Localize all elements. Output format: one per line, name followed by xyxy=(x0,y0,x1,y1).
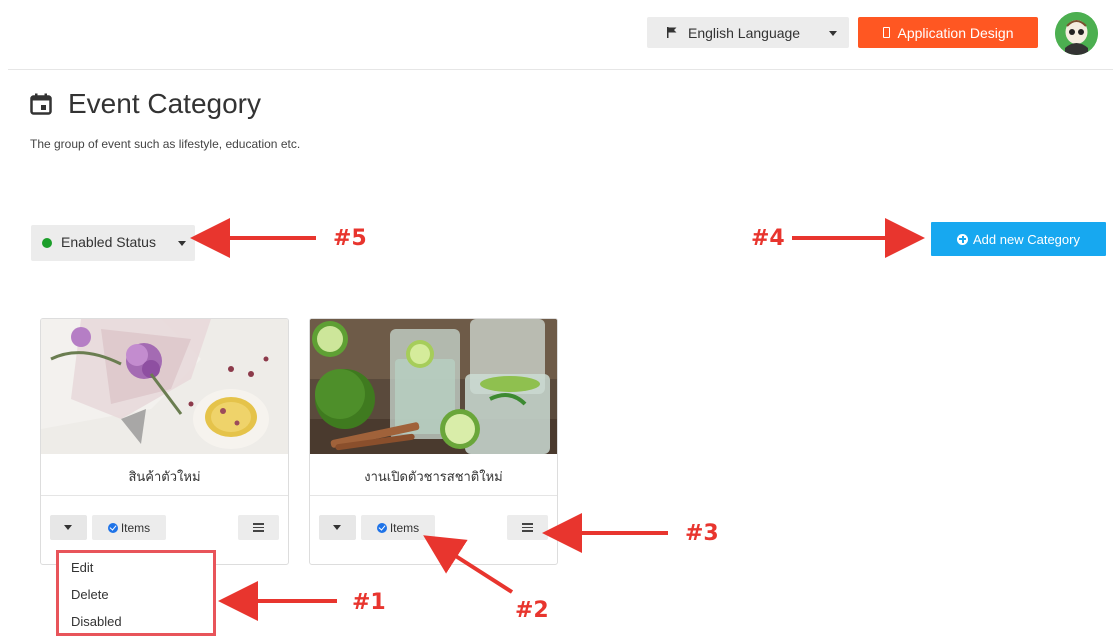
language-label: English Language xyxy=(688,25,801,41)
card-menu-button[interactable] xyxy=(238,515,279,540)
add-category-button[interactable]: Add new Category xyxy=(931,222,1106,256)
card-title: สินค้าตัวใหม่ xyxy=(128,469,201,484)
mobile-icon xyxy=(882,27,890,38)
check-circle-icon xyxy=(376,522,387,533)
menu-item-disabled[interactable]: Disabled xyxy=(71,614,122,629)
calendar-icon xyxy=(30,93,52,115)
category-image xyxy=(41,319,288,454)
application-design-label: Application Design xyxy=(897,24,1014,41)
card-title: งานเปิดตัวชารสชาติใหม่ xyxy=(364,469,503,484)
annotation-label: #3 xyxy=(685,521,719,546)
title-row: Event Category xyxy=(30,88,261,120)
header-divider xyxy=(8,69,1113,70)
hamburger-icon xyxy=(253,523,264,532)
items-label: Items xyxy=(120,520,151,535)
card-divider xyxy=(310,495,557,496)
chevron-down-icon xyxy=(178,241,186,246)
chevron-down-icon xyxy=(64,525,72,530)
top-bar: English Language Application Design xyxy=(0,0,1113,70)
annotation-label: #2 xyxy=(515,598,549,623)
page-title: Event Category xyxy=(68,88,261,119)
status-label: Enabled Status xyxy=(61,234,156,250)
language-dropdown[interactable]: English Language xyxy=(647,17,849,48)
chevron-down-icon xyxy=(829,31,837,36)
card-actions-menu: Edit Delete Disabled xyxy=(56,550,216,636)
plus-circle-icon xyxy=(957,233,969,245)
card-actions-dropdown-button[interactable] xyxy=(50,515,87,540)
application-design-button[interactable]: Application Design xyxy=(858,17,1038,48)
items-label: Items xyxy=(389,520,420,535)
hamburger-icon xyxy=(522,523,533,532)
chevron-down-icon xyxy=(333,525,341,530)
menu-item-edit[interactable]: Edit xyxy=(71,560,93,575)
add-category-label: Add new Category xyxy=(973,231,1080,247)
items-button[interactable]: Items xyxy=(361,515,435,540)
page-subtitle: The group of event such as lifestyle, ed… xyxy=(30,137,301,151)
status-dot-icon xyxy=(42,238,52,248)
card-menu-button[interactable] xyxy=(507,515,548,540)
avatar[interactable] xyxy=(1055,12,1098,55)
status-filter-dropdown[interactable]: Enabled Status xyxy=(31,225,195,261)
menu-item-delete[interactable]: Delete xyxy=(71,587,109,602)
annotation-label: #5 xyxy=(333,226,367,251)
avatar-icon xyxy=(1055,12,1098,55)
items-button[interactable]: Items xyxy=(92,515,166,540)
annotation-label: #1 xyxy=(352,590,386,615)
check-circle-icon xyxy=(107,522,118,533)
card-divider xyxy=(41,495,288,496)
category-image xyxy=(310,319,557,454)
annotation-label: #4 xyxy=(751,226,785,251)
category-card: งานเปิดตัวชารสชาติใหม่ Items xyxy=(309,318,558,565)
category-card: สินค้าตัวใหม่ Items xyxy=(40,318,289,565)
flag-icon xyxy=(667,27,677,38)
card-actions-dropdown-button[interactable] xyxy=(319,515,356,540)
